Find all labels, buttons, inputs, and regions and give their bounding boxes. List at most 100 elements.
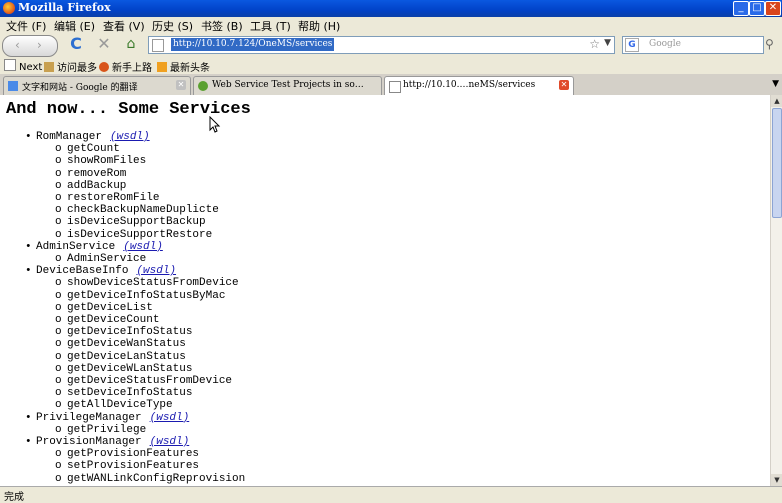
tab-google-translate[interactable]: 文字和网站 - Google 的翻译 ✕ (3, 76, 191, 95)
reload-button[interactable]: C (67, 35, 85, 55)
bookmark-star-icon[interactable]: ☆ (589, 37, 600, 51)
search-placeholder: Google (649, 39, 681, 49)
operation-item: o isDeviceSupportBackup (55, 216, 206, 229)
circle-bullet-icon: o (55, 399, 62, 412)
stop-button[interactable]: ✕ (95, 35, 113, 55)
url-bar[interactable]: http://10.10.7.124/OneMS/services ☆ ▼ (148, 36, 615, 54)
service-name: AdminService (36, 240, 116, 253)
bookmark-most-visited[interactable]: 访问最多 (44, 59, 97, 74)
operation-name: getCount (67, 143, 120, 156)
url-text[interactable]: http://10.10.7.124/OneMS/services (171, 38, 335, 51)
operation-name: getPrivilege (67, 423, 147, 436)
bullet-icon: • (25, 436, 32, 448)
operation-item: o setProvisionFeatures (55, 460, 199, 472)
bullet-icon: • (25, 265, 32, 278)
service-name: RomManager (36, 131, 103, 143)
service-name: PrivilegeManager (36, 411, 142, 424)
tab-web-service-test[interactable]: Web Service Test Projects in so… (193, 76, 382, 95)
menu-edit[interactable]: 编辑 (E) (54, 18, 95, 34)
circle-bullet-icon: o (55, 179, 62, 192)
wsdl-link[interactable]: (wsdl) (136, 265, 176, 277)
bullet-icon: • (25, 240, 32, 253)
operation-item: o getDeviceLanStatus (55, 350, 186, 363)
operation-item: o getDeviceStatusFromDevice (55, 375, 233, 387)
search-icon[interactable]: ⚲ (765, 37, 774, 51)
scroll-up-icon[interactable]: ▲ (771, 95, 782, 107)
operation-name: getDeviceStatusFromDevice (67, 375, 233, 387)
menu-history[interactable]: 历史 (S) (152, 18, 193, 34)
circle-bullet-icon: o (55, 301, 62, 314)
operation-item: o showRomFiles (55, 155, 147, 168)
maximize-button[interactable]: □ (749, 1, 765, 16)
bookmark-getting-started[interactable]: 新手上路 (99, 59, 152, 74)
search-input[interactable]: G Google (622, 36, 764, 54)
service-name: DeviceBaseInfo (36, 265, 129, 278)
bookmark-next[interactable]: Next (4, 59, 42, 73)
circle-bullet-icon: o (55, 314, 62, 326)
google-icon[interactable]: G (625, 38, 639, 52)
wsdl-link[interactable]: (wsdl) (150, 436, 190, 448)
circle-bullet-icon: o (55, 338, 62, 351)
close-tab-icon[interactable]: ✕ (559, 80, 569, 90)
tab-strip: 文字和网站 - Google 的翻译 ✕ Web Service Test Pr… (0, 74, 782, 96)
circle-bullet-icon: o (55, 155, 62, 168)
menu-tools[interactable]: 工具 (T) (250, 18, 291, 34)
service-name: ProvisionManager (36, 436, 142, 448)
wsdl-link[interactable]: (wsdl) (110, 131, 150, 143)
service-item: • RomManager (wsdl) (25, 131, 150, 143)
circle-bullet-icon: o (55, 472, 62, 485)
tab-services-active[interactable]: http://10.10.…neMS/services ✕ (384, 76, 574, 96)
close-button[interactable]: ✕ (765, 1, 781, 16)
menu-help[interactable]: 帮助 (H) (298, 18, 340, 34)
page-content: And now... Some Services • RomManager (wsd… (0, 95, 770, 486)
operation-item: o showDeviceStatusFromDevice (55, 277, 239, 289)
vertical-scrollbar[interactable]: ▲ ▼ (770, 95, 782, 486)
operation-name: showRomFiles (67, 155, 147, 168)
circle-bullet-icon: o (55, 362, 62, 375)
wsdl-link[interactable]: (wsdl) (150, 412, 190, 424)
navigation-toolbar: ‹ › C ✕ ⌂ http://10.10.7.124/OneMS/servi… (0, 33, 782, 57)
operation-name: isDeviceSupportBackup (67, 216, 206, 229)
forward-button[interactable]: › (37, 38, 42, 52)
window-title: Mozilla Firefox (18, 1, 111, 14)
page-icon (152, 39, 164, 52)
operation-item: o checkBackupNameDuplicte (55, 204, 219, 216)
operation-name: getProvisionFeatures (67, 448, 200, 461)
operation-item: o getAllDeviceType (55, 399, 173, 411)
close-tab-icon[interactable]: ✕ (176, 80, 186, 90)
operation-item: o getDeviceCount (55, 314, 159, 326)
home-button[interactable]: ⌂ (122, 35, 140, 55)
operation-name: removeRom (67, 167, 127, 180)
minimize-button[interactable]: _ (733, 1, 749, 16)
google-icon (8, 81, 18, 91)
menu-file[interactable]: 文件 (F) (6, 18, 46, 34)
operation-item: o addBackup (55, 180, 126, 192)
menu-bookmarks[interactable]: 书签 (B) (201, 18, 243, 34)
operation-name: getDeviceWanStatus (67, 338, 186, 351)
bookmarks-toolbar: Next 访问最多 新手上路 最新头条 (0, 57, 782, 74)
operation-item: o getDeviceWLanStatus (55, 362, 193, 375)
circle-bullet-icon: o (55, 277, 62, 290)
operation-item: o getPrivilege (55, 423, 147, 436)
bookmark-latest-headlines[interactable]: 最新头条 (157, 59, 210, 74)
tab-label: http://10.10.…neMS/services (403, 80, 536, 90)
firefox-icon (99, 62, 109, 72)
scroll-thumb[interactable] (772, 108, 782, 218)
status-text: 完成 (4, 492, 24, 503)
menu-view[interactable]: 查看 (V) (103, 18, 145, 34)
url-dropdown-icon[interactable]: ▼ (604, 38, 611, 48)
bullet-icon: • (25, 411, 32, 424)
circle-bullet-icon: o (55, 289, 62, 302)
operation-item: o AdminService (55, 253, 146, 265)
operation-name: getDeviceWLanStatus (67, 362, 193, 375)
back-button[interactable]: ‹ (15, 38, 20, 52)
circle-bullet-icon: o (55, 253, 62, 265)
tab-list-dropdown-icon[interactable]: ▼ (772, 79, 779, 89)
circle-bullet-icon: o (55, 375, 62, 387)
menu-bar: 文件 (F) 编辑 (E) 查看 (V) 历史 (S) 书签 (B) 工具 (T… (0, 17, 782, 33)
circle-bullet-icon: o (55, 350, 62, 363)
operation-name: getDeviceLanStatus (67, 350, 186, 363)
wsdl-link[interactable]: (wsdl) (123, 241, 163, 253)
operation-item: o getDeviceInfoStatus (55, 326, 192, 338)
scroll-down-icon[interactable]: ▼ (771, 474, 782, 486)
